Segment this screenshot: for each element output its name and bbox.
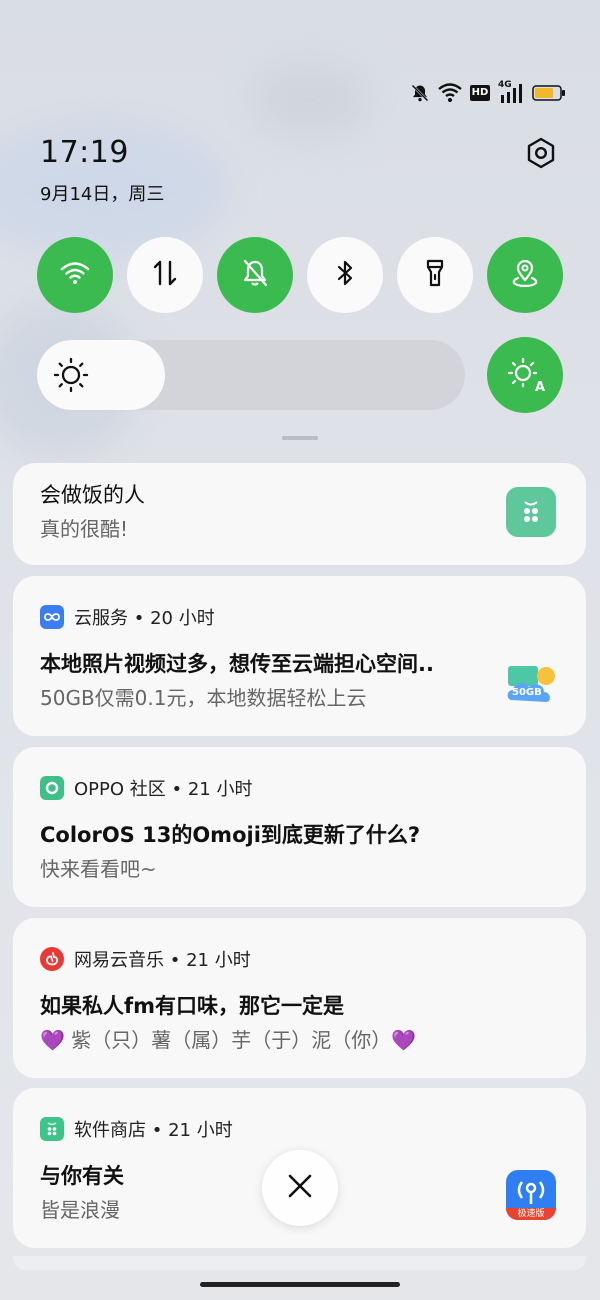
tile-wifi[interactable]: [37, 237, 113, 313]
notification-title: 与你有关: [40, 1164, 124, 1188]
home-indicator[interactable]: [200, 1282, 400, 1287]
app-store-icon: [40, 1117, 64, 1141]
notification-title: 如果私人fm有口味，那它一定是: [40, 994, 345, 1018]
notification-card[interactable]: 云服务 • 20 小时 本地照片视频过多，想传至云端担心空间.. 50GB仅需0…: [13, 576, 586, 736]
app-store-thumbnail: [506, 487, 556, 537]
cloud-storage-thumbnail: 50GB: [504, 660, 558, 708]
separator: •: [164, 950, 187, 971]
quick-settings-tiles: [37, 237, 563, 313]
tile-location[interactable]: [487, 237, 563, 313]
tile-bluetooth[interactable]: [307, 237, 383, 313]
brightness-slider[interactable]: [37, 340, 465, 410]
tile-silent[interactable]: [217, 237, 293, 313]
notification-card[interactable]: 网易云音乐 • 21 小时 如果私人fm有口味，那它一定是 💜 紫（只）薯（属）…: [13, 918, 586, 1078]
notification-card[interactable]: 会做饭的人 真的很酷!: [13, 463, 586, 565]
tile-flashlight[interactable]: [397, 237, 473, 313]
bell-off-icon: [410, 83, 430, 103]
speed-app-thumbnail: 极速版: [506, 1170, 556, 1220]
thumb-label: 极速版: [517, 1209, 545, 1219]
tile-mobile-data[interactable]: [127, 237, 203, 313]
wallpaper-blur: [250, 60, 370, 140]
thumb-label: 50GB: [512, 687, 542, 698]
gear-icon: [524, 137, 558, 174]
notification-time: 21 小时: [168, 1120, 233, 1141]
notification-body: 皆是浪漫: [40, 1198, 120, 1222]
notification-body: 💜 紫（只）薯（属）芋（于）泥（你）💜: [40, 1028, 417, 1052]
clear-all-button[interactable]: [262, 1150, 338, 1226]
data-arrows-icon: [152, 259, 178, 291]
netease-music-icon: [40, 947, 64, 971]
notification-time: 20 小时: [150, 608, 215, 629]
sun-icon: [53, 357, 89, 397]
notification-title: 会做饭的人: [40, 483, 145, 507]
location-icon: [510, 258, 540, 292]
drag-handle[interactable]: [282, 436, 318, 440]
notification-app-name: 网易云音乐: [74, 950, 164, 971]
oppo-community-icon: [40, 776, 64, 800]
notification-app-name: 软件商店: [74, 1120, 146, 1141]
bell-off-icon: [241, 258, 269, 292]
hd-icon: HD: [470, 85, 490, 101]
notification-app-row: OPPO 社区 • 21 小时: [40, 775, 252, 801]
wifi-icon: [438, 83, 462, 103]
bluetooth-icon: [335, 259, 355, 291]
notification-title: 本地照片视频过多，想传至云端担心空间..: [40, 652, 434, 676]
notification-app-row: 网易云音乐 • 21 小时: [40, 946, 251, 972]
status-bar: HD 4G: [410, 80, 566, 106]
notification-time: 21 小时: [186, 950, 251, 971]
notification-app-row: 云服务 • 20 小时: [40, 604, 215, 630]
notification-app-name: OPPO 社区: [74, 779, 166, 800]
auto-label: A: [534, 380, 545, 395]
notification-card[interactable]: OPPO 社区 • 21 小时 ColorOS 13的Omoji到底更新了什么?…: [13, 747, 586, 907]
settings-button[interactable]: [524, 136, 558, 170]
battery-icon: [532, 85, 566, 101]
cloud-service-icon: [40, 605, 64, 629]
notification-app-row: 软件商店 • 21 小时: [40, 1116, 233, 1142]
notification-title: ColorOS 13的Omoji到底更新了什么?: [40, 823, 421, 847]
wifi-icon: [60, 260, 90, 290]
notification-app-name: 云服务: [74, 608, 128, 629]
clock-time: 17:19: [40, 135, 129, 170]
separator: •: [146, 1120, 169, 1141]
separator: •: [128, 608, 151, 629]
auto-brightness-icon: A: [507, 357, 545, 395]
notification-body: 快来看看吧~: [40, 857, 157, 881]
auto-brightness-button[interactable]: A: [487, 337, 563, 413]
signal-icon: 4G: [498, 80, 524, 104]
notification-time: 21 小时: [187, 779, 253, 800]
clock-date: 9月14日，周三: [40, 184, 165, 205]
flashlight-icon: [423, 258, 447, 292]
close-icon: [287, 1173, 313, 1203]
notification-body: 真的很酷!: [40, 517, 129, 541]
notification-body: 50GB仅需0.1元，本地数据轻松上云: [40, 686, 367, 710]
separator: •: [165, 779, 188, 800]
stacked-card-edge: [13, 1256, 586, 1270]
